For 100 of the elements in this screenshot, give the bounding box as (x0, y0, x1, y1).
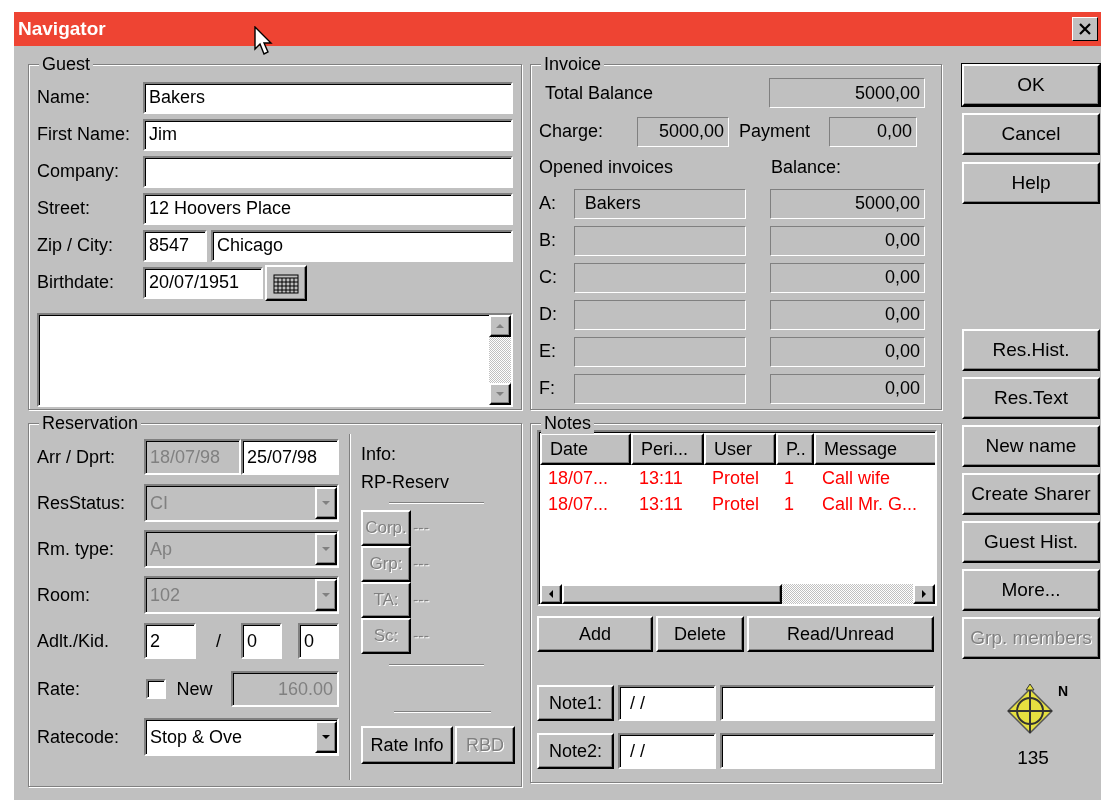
table-cell-text: 13:11 (638, 492, 684, 516)
side-button[interactable]: Res.Text (962, 377, 1100, 419)
text-field[interactable]: Jim (143, 118, 513, 151)
scroll-left-button[interactable] (540, 584, 562, 604)
info-value: RP-Reserv (361, 472, 450, 494)
invoice-field: Bakers (573, 188, 746, 219)
field-label: Rate: (37, 678, 82, 700)
scroll-right-button[interactable] (913, 584, 935, 604)
window-title: Navigator (18, 18, 106, 40)
note-button[interactable]: Note2: (537, 733, 614, 769)
field-label: Zip / City: (37, 235, 114, 256)
text-field[interactable] (143, 155, 513, 188)
link-value: --- (413, 590, 429, 610)
table-cell-text: 13:11 (638, 466, 684, 490)
scroll-thumb[interactable] (562, 584, 782, 604)
action-button[interactable]: Rate Info (361, 726, 453, 764)
table-cell-text: 18/07... (547, 466, 610, 490)
field-label: Opened invoices (539, 157, 675, 178)
down-arrow-icon (321, 498, 331, 508)
field-label: Charge: (539, 121, 605, 142)
field-label: B: (539, 230, 557, 251)
field-label: Street: (37, 198, 92, 219)
field-label: E: (539, 341, 557, 362)
table-cell-text: Protel (711, 466, 761, 490)
note-text-field[interactable] (720, 685, 935, 721)
table-cell-text: Call Mr. G... (821, 492, 918, 516)
close-button[interactable] (1072, 17, 1098, 41)
link-value: --- (413, 518, 429, 538)
zip-field[interactable]: 8547 (143, 229, 207, 262)
text-field[interactable]: 12 Hoovers Place (143, 192, 513, 225)
down-arrow-icon (321, 590, 331, 600)
calendar-icon (273, 271, 299, 294)
column-header[interactable]: Peri... (631, 433, 704, 465)
side-button[interactable]: More... (962, 569, 1100, 611)
side-button[interactable]: Res.Hist. (962, 329, 1100, 371)
note-date-field[interactable]: / / (618, 733, 716, 769)
side-button[interactable]: Create Sharer (962, 473, 1100, 515)
field-label: Name: (37, 87, 91, 108)
column-header[interactable]: User (704, 433, 776, 465)
field-label: Total Balance (544, 82, 655, 104)
balance-field: 0,00 (769, 299, 925, 330)
dialog-button[interactable]: Help (962, 162, 1100, 204)
date-field[interactable]: 20/07/1951 (143, 266, 263, 299)
note-text-field[interactable] (720, 733, 935, 769)
field-label: Birthdate: (37, 272, 116, 293)
field-label: ResStatus: (37, 492, 127, 514)
side-button[interactable]: Guest Hist. (962, 521, 1100, 563)
link-value: --- (413, 626, 429, 646)
link-value: --- (413, 554, 429, 574)
field-label: Room: (37, 584, 91, 606)
balance-field: 0,00 (769, 336, 925, 367)
notes-button[interactable]: Add (537, 616, 654, 652)
field-label: Payment (738, 121, 812, 142)
departure-field[interactable]: 25/07/98 (241, 439, 339, 475)
field-label: Adlt./Kid. (37, 630, 111, 652)
close-icon (1078, 23, 1092, 35)
kids-field[interactable]: 0 (241, 623, 282, 659)
column-header[interactable]: P.. (776, 433, 814, 465)
adults-field[interactable]: 2 (144, 623, 196, 659)
dialog-button[interactable]: Cancel (962, 113, 1100, 155)
text-field[interactable]: Bakers (143, 81, 513, 114)
balance-field: 0,00 (769, 225, 925, 256)
field-label: Company: (37, 161, 121, 182)
field-label: A: (539, 193, 557, 214)
table-cell-text: 1 (783, 492, 795, 516)
payment-field: 0,00 (829, 116, 917, 147)
heading-value: 135 (1016, 747, 1050, 769)
dialog-button[interactable]: OK (962, 64, 1100, 106)
scroll-down-button[interactable] (489, 383, 511, 405)
column-header[interactable]: Date (540, 433, 631, 465)
down-arrow-icon (321, 732, 331, 742)
north-label: N (1057, 683, 1069, 699)
note-button[interactable]: Note1: (537, 685, 614, 721)
notes-button[interactable]: Delete (656, 616, 744, 652)
field-label: Ratecode: (37, 726, 121, 748)
notes-button[interactable]: Read/Unread (746, 616, 934, 652)
kids-field[interactable]: 0 (298, 623, 339, 659)
down-arrow-icon (321, 544, 331, 554)
side-button[interactable]: New name (962, 425, 1100, 467)
down-arrow-icon (495, 389, 505, 399)
table-cell-text: 1 (783, 466, 795, 490)
table-cell-text: Protel (711, 492, 761, 516)
up-arrow-icon (495, 321, 505, 331)
column-header[interactable]: Message (814, 433, 935, 465)
dropdown-button[interactable] (315, 721, 337, 753)
scroll-up-button[interactable] (489, 315, 511, 337)
note-date-field[interactable]: / / (618, 685, 716, 721)
info-label: Info: (361, 444, 398, 466)
separator-label: / (215, 630, 222, 652)
balance-field: 0,00 (769, 373, 925, 404)
memo-field[interactable] (37, 313, 513, 407)
field-label: Arr / Dprt: (37, 446, 116, 468)
city-field[interactable]: Chicago (211, 229, 513, 262)
field-label: C: (539, 267, 558, 288)
balance-field: 5000,00 (769, 188, 925, 219)
field-label: First Name: (37, 124, 131, 145)
dropdown[interactable]: Stop & Ove (144, 718, 339, 756)
calendar-button[interactable] (265, 264, 307, 301)
field-label: D: (539, 304, 558, 325)
total-field: 5000,00 (769, 78, 925, 108)
